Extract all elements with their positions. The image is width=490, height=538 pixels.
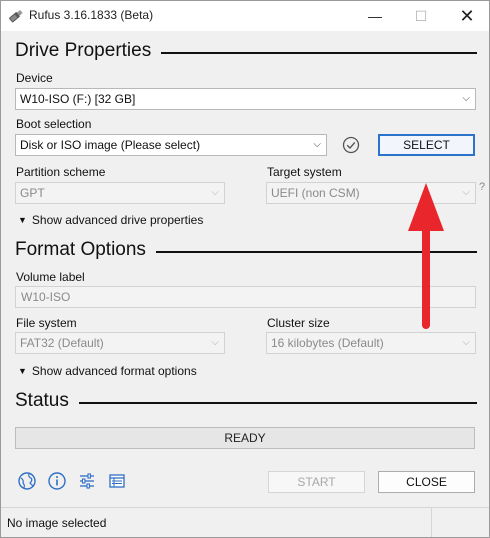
select-image-button[interactable]: SELECT <box>378 134 475 156</box>
window-title: Rufus 3.16.1833 (Beta) <box>29 8 154 22</box>
chevron-down-icon: ⌵ <box>211 187 219 198</box>
file-system-value: FAT32 (Default) <box>20 336 104 350</box>
advanced-drive-toggle[interactable]: ▼ Show advanced drive properties <box>18 213 203 227</box>
chevron-down-icon: ⌵ <box>313 139 321 150</box>
advanced-format-toggle[interactable]: ▼ Show advanced format options <box>18 364 197 378</box>
annotation-arrow <box>408 183 444 329</box>
advanced-drive-label: Show advanced drive properties <box>31 213 204 227</box>
maximize-button[interactable]: ☐ <box>398 1 444 31</box>
cluster-size-value: 16 kilobytes (Default) <box>271 336 384 350</box>
chevron-down-icon: ⌵ <box>462 337 470 348</box>
chevron-down-icon: ⌵ <box>462 93 470 104</box>
info-icon[interactable] <box>47 471 67 491</box>
file-system-label: File system <box>16 316 77 330</box>
target-system-help[interactable]: ? <box>479 181 485 193</box>
target-system-label: Target system <box>267 165 342 179</box>
drive-properties-heading: Drive Properties <box>15 40 162 62</box>
globe-icon[interactable] <box>17 471 37 491</box>
target-system-value: UEFI (non CSM) <box>271 186 360 200</box>
chevron-down-icon: ⌵ <box>211 337 219 348</box>
status-header: Status <box>15 390 477 414</box>
boot-selection-label: Boot selection <box>16 117 92 131</box>
footer-message: No image selected <box>7 516 107 530</box>
boot-selection-select[interactable]: Disk or ISO image (Please select) ⌵ <box>15 134 327 156</box>
device-label: Device <box>16 71 53 85</box>
chevron-down-icon: ⌵ <box>462 187 470 198</box>
boot-selection-value: Disk or ISO image (Please select) <box>20 138 201 152</box>
drive-properties-header: Drive Properties <box>15 40 477 64</box>
format-options-heading: Format Options <box>15 239 156 261</box>
status-heading: Status <box>15 390 79 412</box>
usb-drive-icon <box>9 9 23 23</box>
rufus-window: Rufus 3.16.1833 (Beta) — ☐ ✕ Drive Prope… <box>0 0 490 538</box>
cluster-size-select[interactable]: 16 kilobytes (Default) ⌵ <box>266 332 476 354</box>
partition-scheme-select[interactable]: GPT ⌵ <box>15 182 225 204</box>
file-system-select[interactable]: FAT32 (Default) ⌵ <box>15 332 225 354</box>
close-button[interactable]: CLOSE <box>378 471 475 493</box>
verify-check-icon[interactable] <box>342 136 360 154</box>
main-content: Drive Properties Device W10-ISO (F:) [32… <box>1 31 489 507</box>
close-window-button[interactable]: ✕ <box>444 1 489 31</box>
log-icon[interactable] <box>107 471 127 491</box>
device-value: W10-ISO (F:) [32 GB] <box>20 92 136 106</box>
section-rule <box>15 402 477 404</box>
title-bar: Rufus 3.16.1833 (Beta) — ☐ ✕ <box>1 1 489 31</box>
partition-scheme-label: Partition scheme <box>16 165 106 179</box>
status-progress-bar: READY <box>15 427 475 449</box>
partition-scheme-value: GPT <box>20 186 45 200</box>
chevron-down-icon: ▼ <box>18 366 27 376</box>
start-button[interactable]: START <box>268 471 365 493</box>
status-footer: No image selected <box>1 507 489 537</box>
settings-sliders-icon[interactable] <box>77 471 97 491</box>
chevron-down-icon: ▼ <box>18 215 27 225</box>
minimize-button[interactable]: — <box>352 1 398 31</box>
cluster-size-label: Cluster size <box>267 316 330 330</box>
advanced-format-label: Show advanced format options <box>31 364 197 378</box>
volume-label-label: Volume label <box>16 270 85 284</box>
device-select[interactable]: W10-ISO (F:) [32 GB] ⌵ <box>15 88 476 110</box>
footer-separator <box>431 508 432 537</box>
